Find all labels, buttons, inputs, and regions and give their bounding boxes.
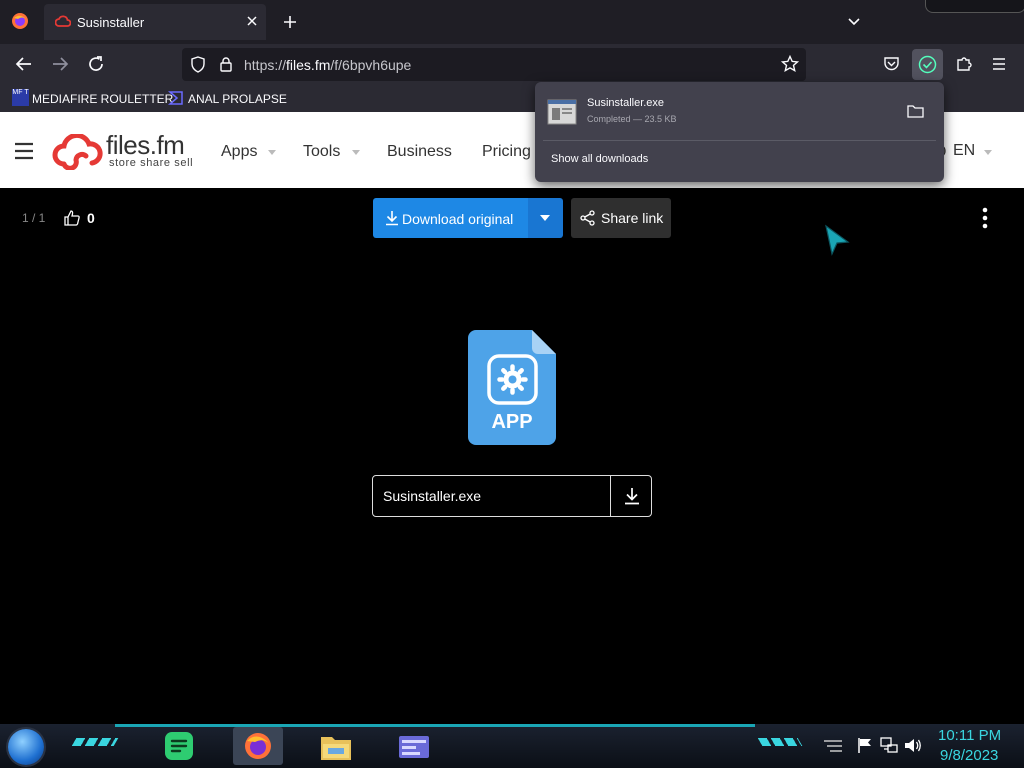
lock-icon[interactable] xyxy=(219,56,233,72)
page-counter: 1 / 1 xyxy=(22,211,46,225)
share-icon xyxy=(580,210,595,226)
share-link-button[interactable]: Share link xyxy=(571,198,671,238)
app-file-type-icon: APP xyxy=(468,330,556,445)
taskbar-app-control-panel[interactable] xyxy=(390,727,438,765)
tab-title: Susinstaller xyxy=(77,15,145,30)
url-path: /f/6bpvh6upe xyxy=(330,57,412,73)
pocket-icon[interactable] xyxy=(883,56,900,72)
filename-text: Susinstaller.exe xyxy=(383,488,482,504)
action-center-icon[interactable] xyxy=(822,739,844,753)
reload-icon[interactable] xyxy=(87,55,105,73)
control-panel-icon xyxy=(399,736,429,758)
download-status: Completed — 23.5 KB xyxy=(587,114,677,124)
flag-icon[interactable] xyxy=(857,737,873,754)
firefox-menu-icon[interactable] xyxy=(11,12,29,30)
file-type-label: APP xyxy=(491,411,533,433)
volume-speaker-icon[interactable] xyxy=(904,738,922,753)
network-icon[interactable] xyxy=(880,737,898,754)
forward-arrow-icon[interactable] xyxy=(50,55,70,73)
extensions-puzzle-icon[interactable] xyxy=(955,55,973,73)
taskbar-app-notes[interactable] xyxy=(160,728,200,764)
app-menu-hamburger-icon[interactable] xyxy=(991,57,1007,71)
mediafire-favicon-icon: MF T xyxy=(12,89,29,106)
clock-date[interactable]: 9/8/2023 xyxy=(940,747,998,764)
apps-caret-down-icon xyxy=(268,150,276,155)
site-menu-hamburger-icon[interactable] xyxy=(14,142,34,160)
downloads-button[interactable] xyxy=(912,49,943,80)
close-tab-icon[interactable] xyxy=(245,14,259,28)
logo-tagline: store share sell xyxy=(109,157,194,169)
nav-apps[interactable]: Apps xyxy=(221,143,257,161)
downloads-panel: Susinstaller.exe Completed — 23.5 KB Sho… xyxy=(535,82,944,182)
url-host: files.fm xyxy=(286,57,331,73)
tab-strip: Susinstaller xyxy=(0,0,1024,44)
taskbar-app-file-explorer[interactable] xyxy=(312,727,360,765)
nav-pricing[interactable]: Pricing xyxy=(482,143,531,161)
firefox-icon xyxy=(245,733,271,759)
mouse-cursor-icon xyxy=(825,224,850,256)
bookmark-mediafire-label: MEDIAFIRE ROULETTER xyxy=(32,92,174,106)
taskbar-deco-right xyxy=(757,738,803,746)
download-file-icon[interactable] xyxy=(624,487,640,505)
show-in-folder-icon[interactable] xyxy=(907,104,924,118)
exe-file-icon xyxy=(547,99,577,125)
like-count: 0 xyxy=(87,210,95,226)
files-fm-cloud-logo-icon xyxy=(52,134,103,170)
panel-divider xyxy=(543,140,936,141)
caret-down-icon xyxy=(540,215,550,221)
bookmark-chevron-favicon-icon xyxy=(168,91,183,105)
download-filename: Susinstaller.exe xyxy=(587,97,665,109)
filename-box: Susinstaller.exe xyxy=(372,475,652,517)
download-item[interactable]: Susinstaller.exe Completed — 23.5 KB xyxy=(535,82,944,140)
url-scheme: https:// xyxy=(244,57,287,73)
share-link-label: Share link xyxy=(601,210,664,226)
url-text[interactable]: https://files.fm/f/6bpvh6upe xyxy=(244,57,411,73)
filename-divider xyxy=(610,476,611,516)
back-arrow-icon[interactable] xyxy=(14,55,34,73)
download-original-button[interactable]: Download original xyxy=(373,198,528,238)
download-complete-icon xyxy=(918,55,937,74)
titlebar-decoration xyxy=(925,0,1024,13)
taskbar-deco-left xyxy=(71,738,119,746)
mediafire-badge-text: MF T xyxy=(12,89,29,96)
thumbs-up-icon[interactable] xyxy=(64,209,80,226)
nav-business[interactable]: Business xyxy=(387,143,452,161)
language-caret-down-icon xyxy=(984,150,992,155)
language-label: EN xyxy=(953,142,976,159)
download-arrow-icon xyxy=(386,211,398,226)
tracking-protection-shield-icon[interactable] xyxy=(190,56,206,73)
new-tab-icon[interactable] xyxy=(282,14,298,30)
download-original-label: Download original xyxy=(402,211,514,227)
show-all-downloads-link[interactable]: Show all downloads xyxy=(551,153,648,165)
files-fm-logo[interactable]: files.fm store share sell xyxy=(52,130,202,172)
clock-time[interactable]: 10:11 PM xyxy=(938,727,1001,744)
taskbar-app-firefox[interactable] xyxy=(233,727,283,765)
files-fm-favicon-icon xyxy=(54,15,72,29)
more-options-kebab-icon[interactable] xyxy=(980,207,990,229)
start-orb-button[interactable] xyxy=(8,729,44,765)
list-tabs-chevron-down-icon[interactable] xyxy=(846,15,862,27)
tools-caret-down-icon xyxy=(352,150,360,155)
bookmark-anal-prolapse-label: ANAL PROLAPSE xyxy=(188,92,287,106)
download-options-button[interactable] xyxy=(528,198,563,238)
taskbar: 10:11 PM 9/8/2023 xyxy=(0,724,1024,768)
bookmark-star-icon[interactable] xyxy=(780,54,800,73)
nav-tools[interactable]: Tools xyxy=(303,143,340,161)
folder-icon xyxy=(321,737,351,760)
notes-app-icon xyxy=(165,732,193,760)
